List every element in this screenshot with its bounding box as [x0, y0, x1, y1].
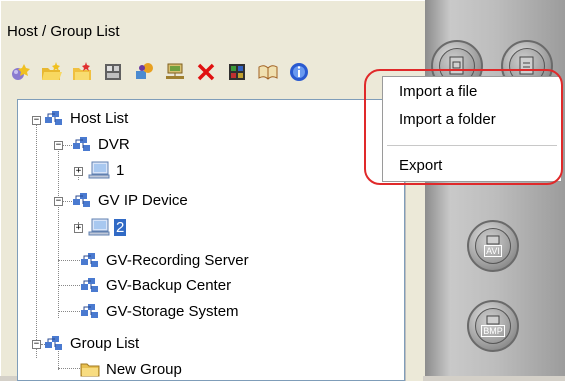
tree-label: Host List — [70, 109, 129, 127]
host-tree: − Host List − DVR + 1 − GV IP Device + 2 — [17, 99, 405, 381]
network-group-icon — [73, 137, 90, 151]
tree-node-gv-ip-device[interactable]: GV IP Device — [72, 189, 190, 211]
properties-icon[interactable] — [100, 59, 126, 85]
menu-export[interactable]: Export — [383, 153, 561, 179]
collapse-toggle[interactable]: − — [32, 340, 41, 349]
context-menu: Import a file Import a folder Export — [382, 76, 562, 182]
tree-label: 1 — [116, 161, 125, 179]
collapse-toggle[interactable]: − — [54, 197, 63, 206]
disk-icon — [486, 235, 500, 245]
expand-toggle[interactable]: + — [74, 167, 83, 176]
computer-icon — [88, 218, 110, 236]
bmp-label: BMP — [481, 325, 505, 337]
save-avi-button[interactable]: AVI — [467, 220, 519, 272]
network-group-icon — [81, 253, 98, 267]
monitor-icon[interactable] — [224, 59, 250, 85]
tree-label: GV IP Device — [98, 191, 188, 209]
tree-label: DVR — [98, 135, 130, 153]
control-strip: AVI BMP — [425, 0, 565, 376]
tree-node-dvr[interactable]: DVR — [72, 133, 132, 155]
tree-label: GV-Backup Center — [106, 276, 232, 294]
folder-icon — [80, 363, 100, 377]
document-icon — [519, 56, 534, 75]
network-group-icon — [73, 193, 90, 207]
expand-toggle[interactable]: + — [74, 224, 83, 233]
book-icon[interactable] — [255, 59, 281, 85]
network-group-icon — [45, 111, 62, 125]
tree-label: New Group — [106, 360, 182, 378]
tree-node-storage-system[interactable]: GV-Storage System — [80, 300, 241, 322]
new-folder-icon[interactable] — [69, 59, 95, 85]
panel-title: Host / Group List — [7, 23, 120, 40]
tree-node-dvr-1[interactable]: 1 — [88, 159, 126, 181]
tree-node-recording-server[interactable]: GV-Recording Server — [80, 249, 251, 271]
tree-node-gv-ip-2[interactable]: 2 — [88, 216, 127, 238]
network-icon[interactable] — [162, 59, 188, 85]
open-folder-icon[interactable] — [38, 59, 64, 85]
tree-node-new-group[interactable]: New Group — [80, 358, 184, 380]
add-host-icon[interactable] — [7, 59, 33, 85]
tree-label: 2 — [114, 218, 127, 236]
save-bmp-button[interactable]: BMP — [467, 300, 519, 352]
host-group-panel: Host / Group List − Host List − DVR + 1 … — [0, 0, 425, 381]
collapse-toggle[interactable]: − — [54, 141, 63, 150]
menu-separator — [387, 145, 557, 146]
tree-node-group-list[interactable]: Group List — [44, 332, 141, 354]
network-group-icon — [81, 304, 98, 318]
network-group-icon — [45, 336, 62, 350]
delete-icon[interactable] — [193, 59, 219, 85]
computer-icon — [88, 161, 110, 179]
menu-import-file[interactable]: Import a file — [383, 79, 561, 105]
tree-node-host-list[interactable]: Host List — [44, 107, 130, 129]
tree-node-backup-center[interactable]: GV-Backup Center — [80, 274, 233, 296]
connect-icon[interactable] — [131, 59, 157, 85]
toolbar — [7, 57, 312, 87]
avi-label: AVI — [484, 245, 502, 257]
document-icon — [449, 56, 464, 75]
tree-label: GV-Recording Server — [106, 251, 249, 269]
tree-label: Group List — [70, 334, 140, 352]
network-group-icon — [81, 278, 98, 292]
menu-import-folder[interactable]: Import a folder — [383, 107, 561, 133]
info-icon[interactable] — [286, 59, 312, 85]
tree-label: GV-Storage System — [106, 302, 239, 320]
disk-icon — [486, 315, 500, 325]
collapse-toggle[interactable]: − — [32, 116, 41, 125]
